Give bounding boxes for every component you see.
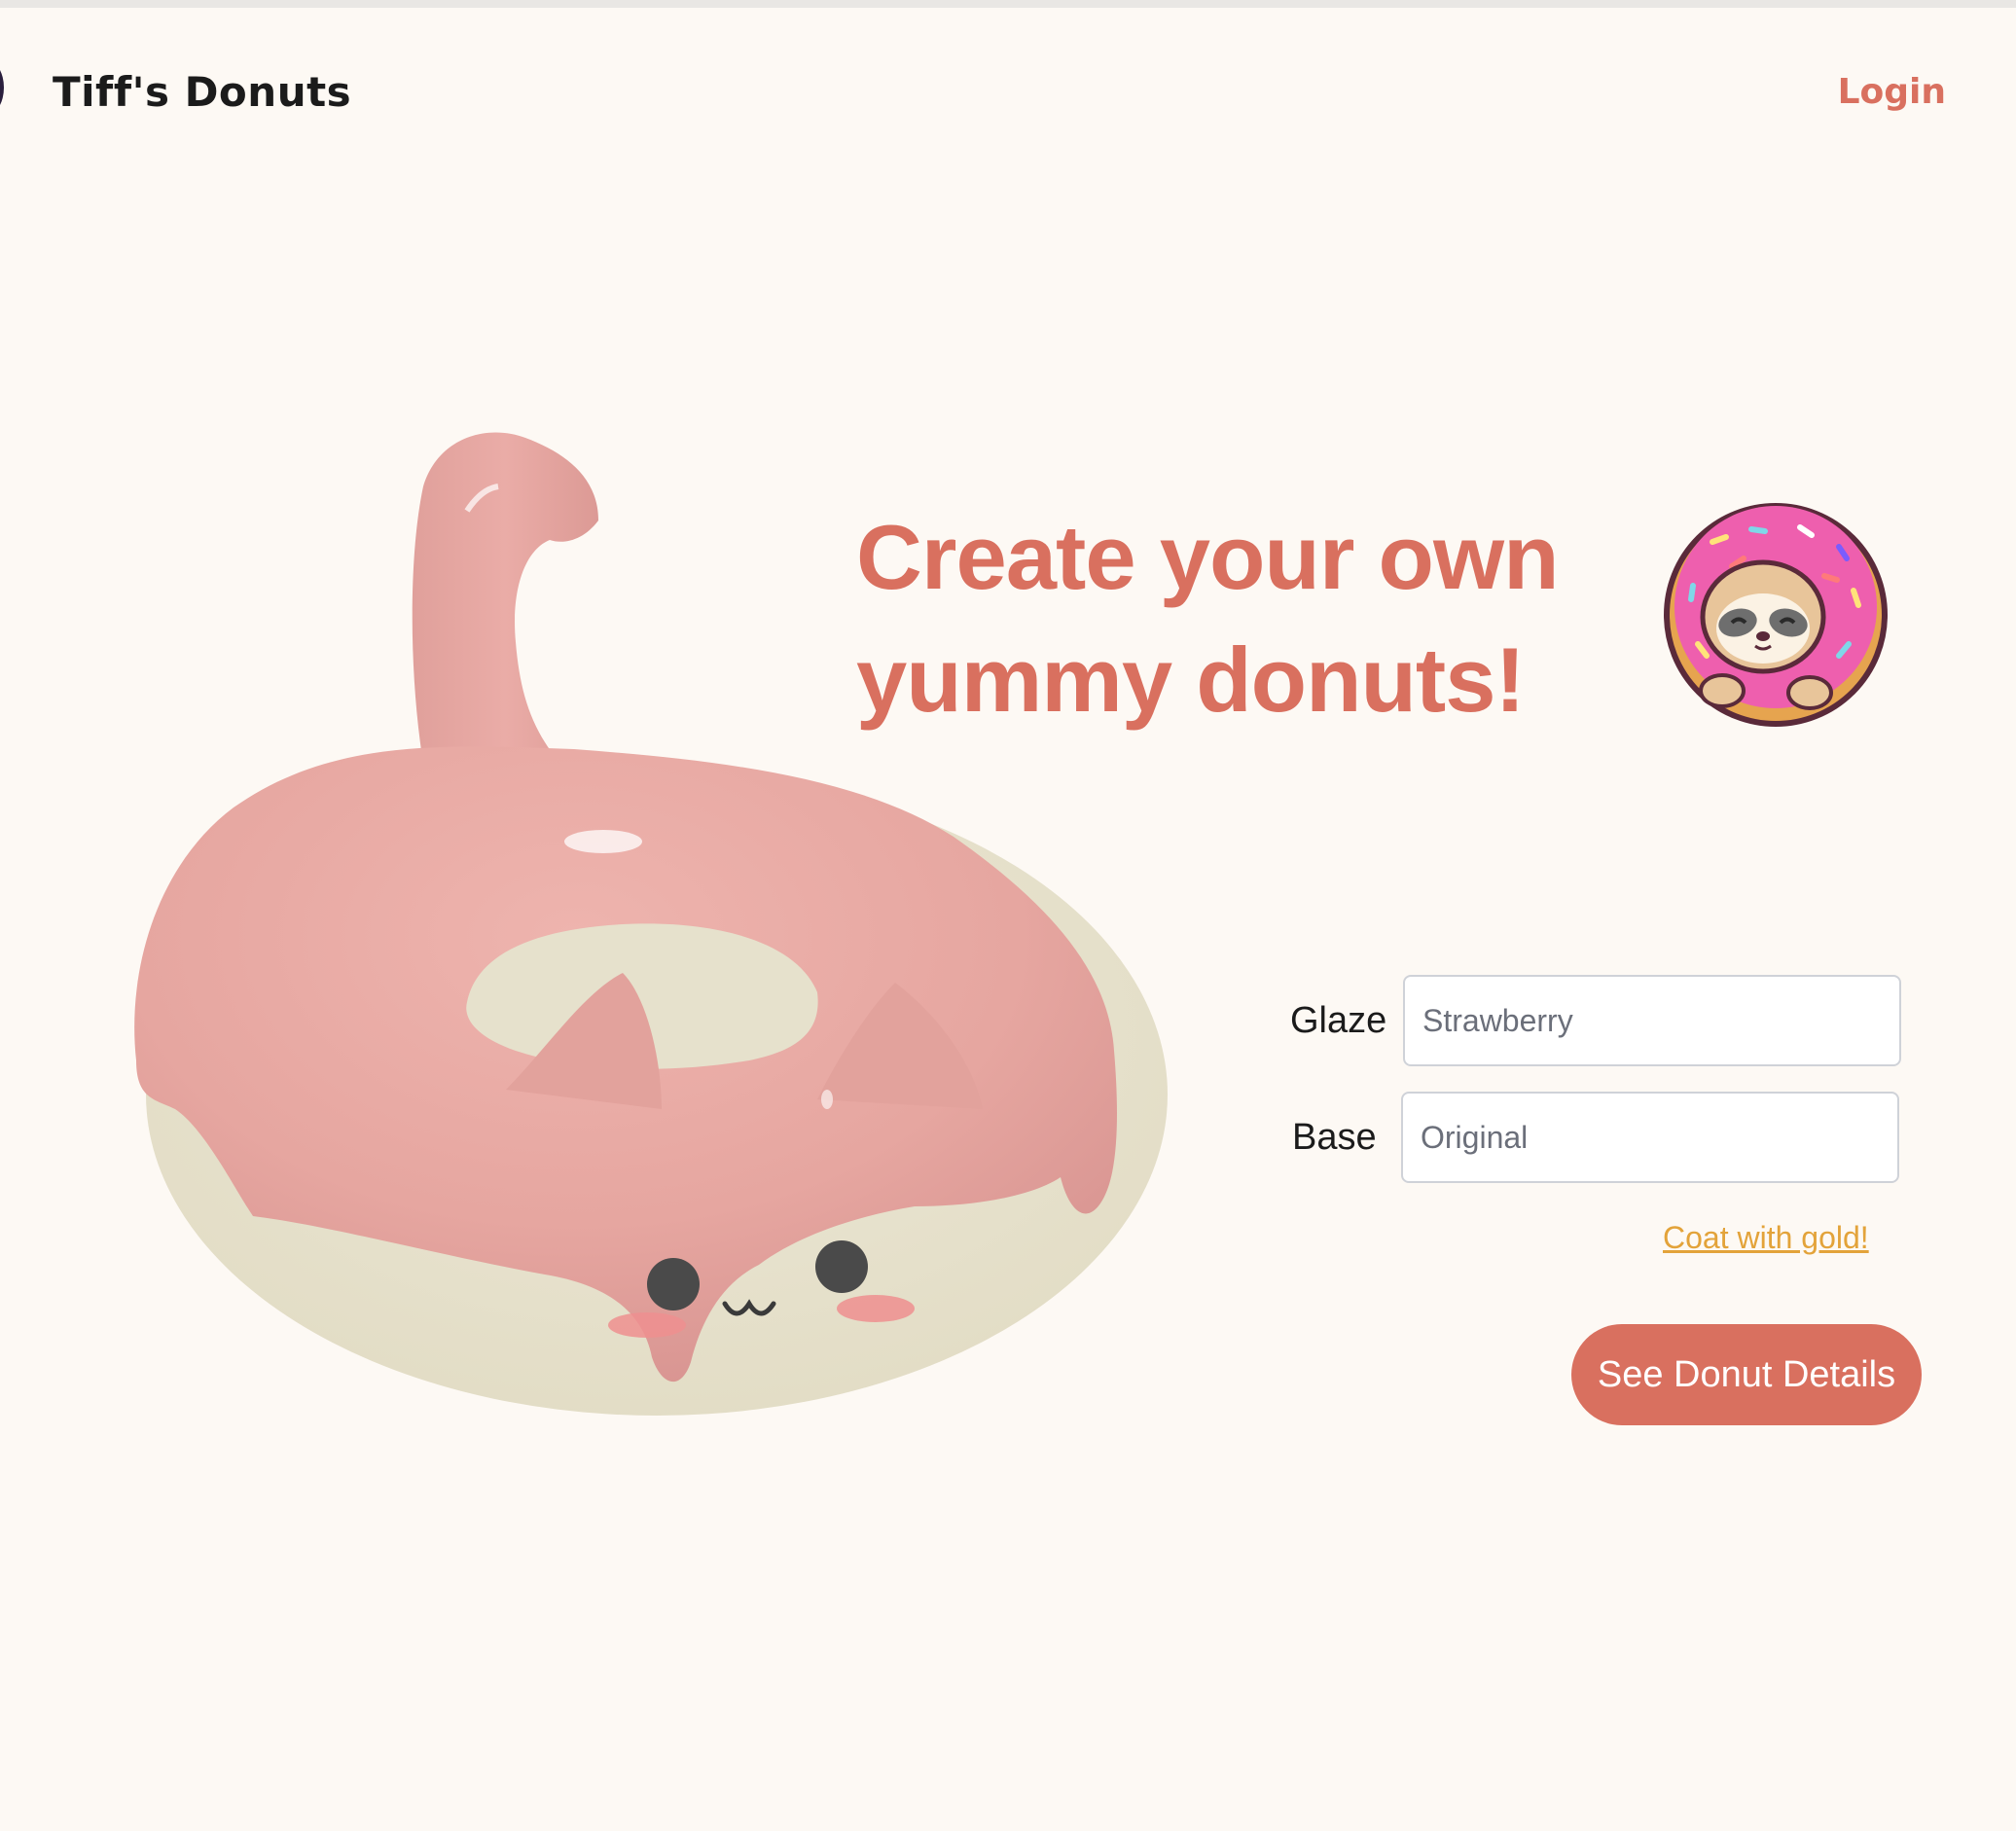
blush-right [837, 1295, 915, 1322]
page: Tiff's Donuts Login Create your own yumm… [0, 0, 2016, 1831]
logo-icon [0, 60, 4, 115]
base-label: Base [1292, 1116, 1377, 1158]
cat-eye-left [647, 1258, 700, 1310]
base-row: Base [1292, 1092, 1899, 1183]
sloth-donut-illustration [1664, 503, 1888, 727]
headline-line-1: Create your own [856, 506, 1559, 608]
brand-name[interactable]: Tiff's Donuts [53, 68, 351, 116]
blush-left [608, 1312, 686, 1338]
headline-line-2: yummy donuts! [856, 628, 1526, 731]
hero-headline: Create your own yummy donuts! [856, 496, 1635, 741]
sloth-nose [1756, 631, 1770, 641]
see-donut-details-button[interactable]: See Donut Details [1571, 1324, 1922, 1425]
cat-tail [412, 432, 598, 778]
coat-with-gold-link[interactable]: Coat with gold! [1663, 1220, 1869, 1256]
glaze-label: Glaze [1290, 999, 1387, 1041]
glaze-row: Glaze [1290, 975, 1901, 1066]
cat-eye-right [815, 1240, 868, 1293]
base-input[interactable] [1401, 1092, 1899, 1183]
top-divider [0, 0, 2016, 8]
glaze-input[interactable] [1403, 975, 1901, 1066]
login-link[interactable]: Login [1838, 72, 1946, 112]
